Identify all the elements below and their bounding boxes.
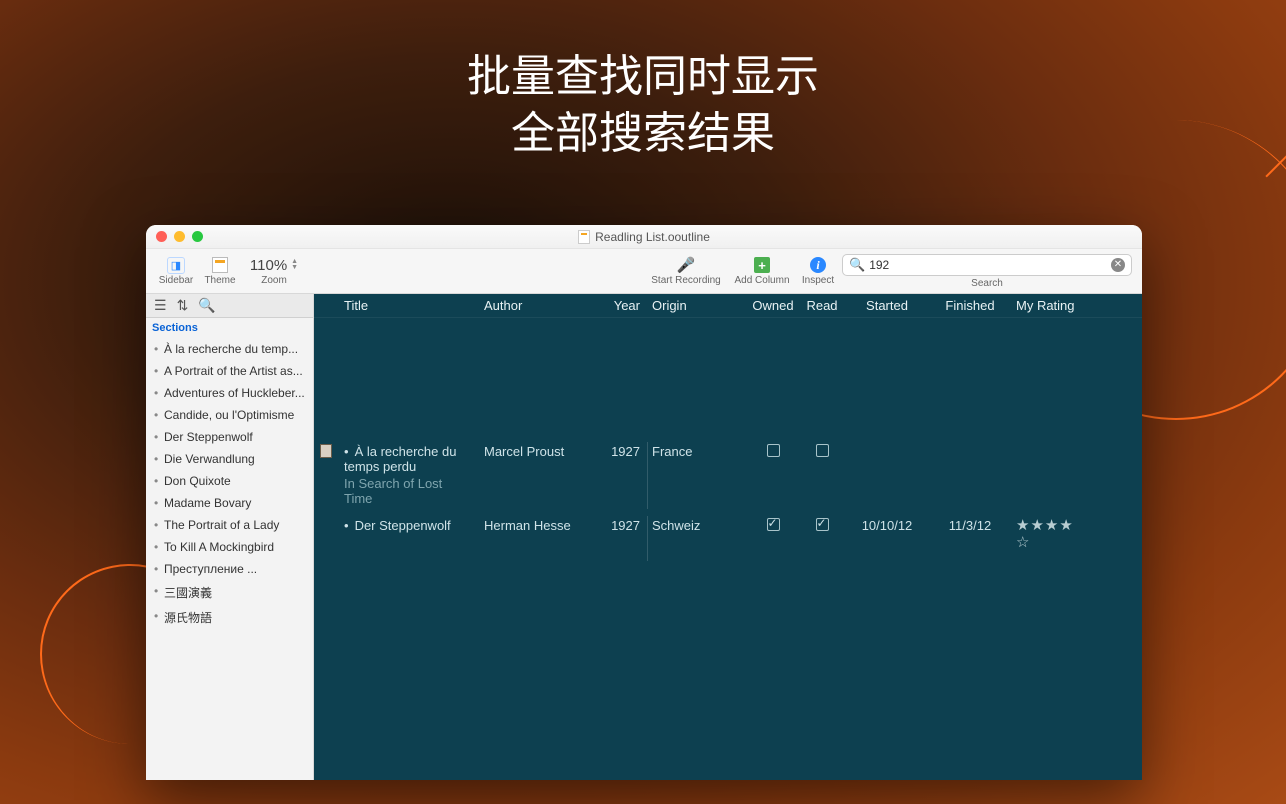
sidebar-header: Sections [146, 318, 313, 338]
col-read[interactable]: Read [800, 298, 844, 313]
fullscreen-window-button[interactable] [192, 231, 203, 242]
owned-checkbox[interactable] [767, 444, 780, 457]
collapse-icon[interactable]: ⇅ [177, 297, 189, 314]
sidebar-list: À la recherche du temp...A Portrait of t… [146, 338, 313, 780]
zoom-value: 110% [250, 257, 287, 274]
cell-title[interactable]: •À la recherche du temps perduIn Search … [338, 444, 478, 506]
col-year[interactable]: Year [598, 298, 646, 313]
document-icon [578, 230, 590, 244]
read-checkbox[interactable] [816, 518, 829, 531]
sidebar-tools: ☰ ⇅ 🔍 [146, 294, 313, 318]
sidebar-item[interactable]: Madame Bovary [146, 492, 313, 514]
col-origin[interactable]: Origin [646, 298, 746, 313]
headline-line1: 批量查找同时显示 [0, 48, 1286, 105]
start-recording-button[interactable]: 🎤 Start Recording [646, 256, 726, 286]
sidebar-item[interactable]: A Portrait of the Artist as... [146, 360, 313, 382]
search-icon: 🔍 [849, 257, 865, 273]
clear-search-button[interactable]: ✕ [1111, 258, 1125, 272]
read-checkbox[interactable] [816, 444, 829, 457]
cell-read[interactable] [800, 444, 844, 460]
cell-author[interactable]: Marcel Proust [478, 444, 598, 459]
sidebar-item[interactable]: Преступление ... [146, 558, 313, 580]
sidebar-item[interactable]: 三國演義 [146, 580, 313, 605]
col-rating[interactable]: My Rating [1010, 298, 1142, 313]
sidebar-item[interactable]: À la recherche du temp... [146, 338, 313, 360]
close-window-button[interactable] [156, 231, 167, 242]
col-finished[interactable]: Finished [930, 298, 1010, 313]
toolbar: ◨ Sidebar Theme 110% ▲▼ Zoom 🎤 Start Rec… [146, 249, 1142, 294]
cell-year[interactable]: 1927 [598, 444, 646, 459]
cell-origin[interactable]: France [646, 444, 746, 459]
sidebar-item[interactable]: Die Verwandlung [146, 448, 313, 470]
sidebar-item[interactable]: The Portrait of a Lady [146, 514, 313, 536]
theme-button[interactable]: Theme [200, 256, 240, 286]
cell-origin[interactable]: Schweiz [646, 518, 746, 533]
table-row[interactable]: •À la recherche du temps perduIn Search … [314, 438, 1142, 512]
plus-icon: + [754, 257, 770, 273]
sidebar-icon: ◨ [167, 257, 185, 274]
sidebar-item[interactable]: Don Quixote [146, 470, 313, 492]
zoom-control[interactable]: 110% ▲▼ Zoom [244, 256, 304, 286]
microphone-icon: 🎤 [675, 256, 697, 274]
cell-read[interactable] [800, 518, 844, 534]
cell-finished[interactable]: 11/3/12 [930, 518, 1010, 533]
info-icon: i [810, 257, 826, 273]
cell-year[interactable]: 1927 [598, 518, 646, 533]
search-input[interactable]: 🔍 192 ✕ [842, 254, 1132, 276]
window-title: Readling List.ooutline [595, 230, 710, 244]
cell-rating[interactable]: ★★★★☆ [1010, 518, 1142, 551]
owned-checkbox[interactable] [767, 518, 780, 531]
sidebar-item[interactable]: Der Steppenwolf [146, 426, 313, 448]
table-row[interactable]: •Der SteppenwolfHerman Hesse1927Schweiz 1… [314, 512, 1142, 557]
sidebar: ☰ ⇅ 🔍 Sections À la recherche du temp...… [146, 294, 314, 780]
col-started[interactable]: Started [844, 298, 930, 313]
add-column-button[interactable]: + Add Column [730, 256, 794, 286]
zoom-stepper-icon[interactable]: ▲▼ [291, 259, 298, 271]
cell-owned[interactable] [746, 444, 800, 460]
cell-started[interactable]: 10/10/12 [844, 518, 930, 533]
col-author[interactable]: Author [478, 298, 598, 313]
cell-author[interactable]: Herman Hesse [478, 518, 598, 533]
search-wrap: 🔍 192 ✕ Search [842, 254, 1132, 289]
traffic-lights [156, 231, 203, 242]
outline-view-icon[interactable]: ☰ [154, 297, 167, 314]
sidebar-toggle-button[interactable]: ◨ Sidebar [156, 256, 196, 286]
inspect-button[interactable]: i Inspect [798, 256, 838, 286]
sidebar-item[interactable]: 源氏物語 [146, 605, 313, 630]
cell-owned[interactable] [746, 518, 800, 534]
table-rows: •À la recherche du temps perduIn Search … [314, 318, 1142, 780]
column-headers: Title Author Year Origin Owned Read Star… [314, 294, 1142, 318]
col-title[interactable]: Title [338, 298, 478, 313]
sidebar-item[interactable]: To Kill A Mockingbird [146, 536, 313, 558]
theme-icon [212, 257, 228, 273]
main-content: Title Author Year Origin Owned Read Star… [314, 294, 1142, 780]
cell-title[interactable]: •Der Steppenwolf [338, 518, 478, 533]
search-value: 192 [869, 258, 889, 272]
titlebar: Readling List.ooutline [146, 225, 1142, 249]
row-handle[interactable] [314, 444, 338, 461]
cell-subtitle: In Search of Lost Time [344, 476, 472, 506]
col-owned[interactable]: Owned [746, 298, 800, 313]
search-label: Search [971, 278, 1003, 289]
sidebar-item[interactable]: Candide, ou l'Optimisme [146, 404, 313, 426]
sidebar-item[interactable]: Adventures of Huckleber... [146, 382, 313, 404]
note-icon [320, 444, 332, 458]
minimize-window-button[interactable] [174, 231, 185, 242]
app-window: Readling List.ooutline ◨ Sidebar Theme 1… [146, 225, 1142, 780]
magnify-icon[interactable]: 🔍 [198, 297, 215, 314]
